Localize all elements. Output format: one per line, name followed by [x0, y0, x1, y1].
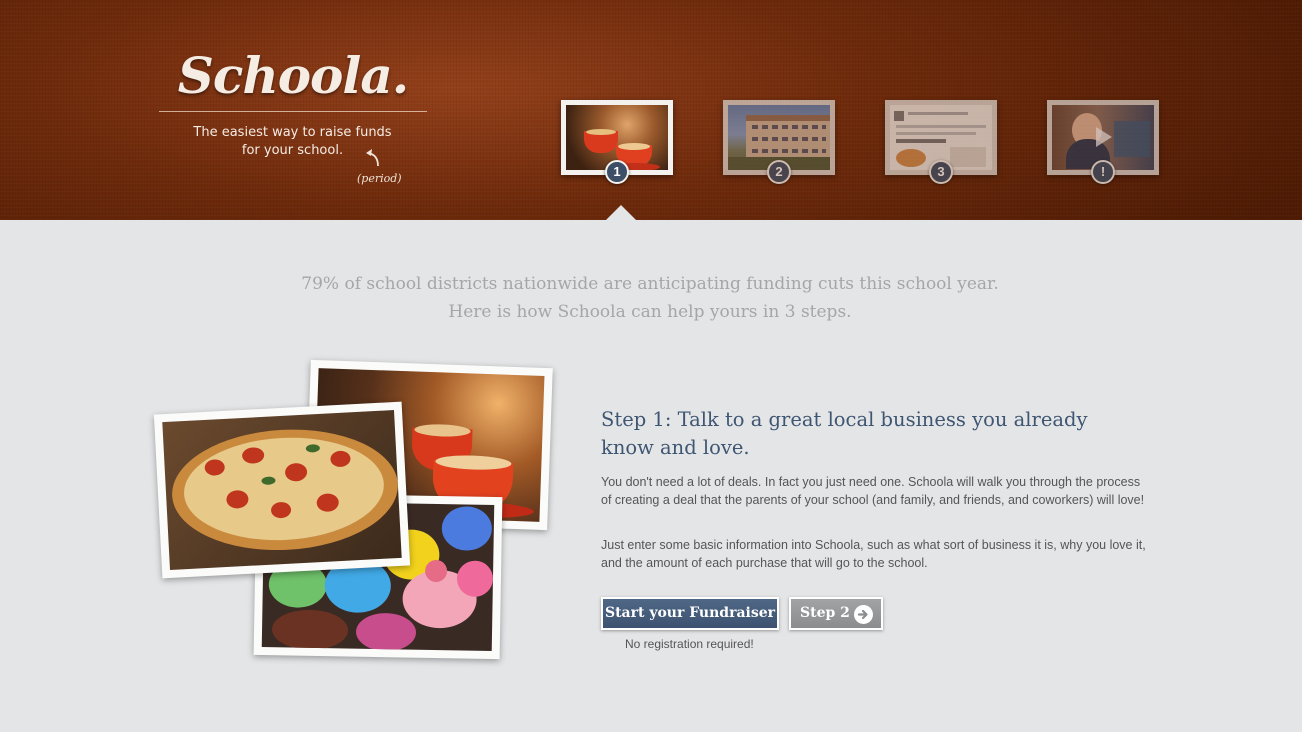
step-thumbnail-1[interactable]: 1	[561, 100, 673, 184]
step-paragraph-2: Just enter some basic information into S…	[601, 538, 1146, 570]
start-fundraiser-button[interactable]: Start your Fundraiser	[601, 597, 779, 630]
step-2-button[interactable]: Step 2	[789, 597, 883, 630]
step-badge-2: 2	[767, 160, 791, 184]
active-step-pointer	[606, 205, 636, 220]
step-2-button-label: Step 2	[800, 605, 850, 621]
curved-arrow-icon	[366, 149, 379, 167]
intro-line-2: Here is how Schoola can help yours in 3 …	[448, 302, 852, 322]
header-banner: Schoola. The easiest way to raise funds …	[0, 0, 1302, 220]
step-badge-video: !	[1091, 160, 1115, 184]
step-paragraph-1: You don't need a lot of deals. In fact y…	[601, 475, 1145, 507]
step-thumbnail-3[interactable]: 3	[885, 100, 997, 184]
step-badge-1: 1	[605, 160, 629, 184]
step-title: Step 1: Talk to a great local business y…	[601, 408, 1088, 459]
step-thumbnail-2[interactable]: 2	[723, 100, 835, 184]
logo[interactable]: Schoola.	[160, 46, 426, 105]
step-badge-3: 3	[929, 160, 953, 184]
logo-divider	[159, 111, 427, 112]
intro-text: 79% of school districts nationwide are a…	[200, 270, 1100, 326]
play-icon	[1096, 127, 1112, 147]
intro-line-1: 79% of school districts nationwide are a…	[301, 274, 999, 294]
pizza-photo	[153, 401, 411, 579]
period-note: (period)	[357, 172, 402, 185]
no-registration-note: No registration required!	[625, 637, 754, 651]
step-thumbnail-video[interactable]: !	[1047, 100, 1159, 184]
arrow-right-icon	[854, 605, 873, 624]
